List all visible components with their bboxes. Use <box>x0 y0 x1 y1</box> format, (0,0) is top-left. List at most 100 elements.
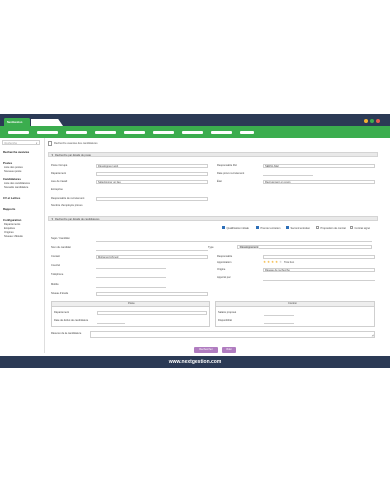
disponibilite-input[interactable] <box>264 322 294 324</box>
date-debut-input[interactable] <box>97 322 125 324</box>
date-recrutement-input[interactable] <box>263 175 313 176</box>
poste-section-title: Recherche par détails du poste <box>55 153 91 157</box>
sidebar-section-postes[interactable]: Postes <box>3 162 12 165</box>
sidebar-item-enquetes[interactable]: Enquêtes <box>4 227 15 230</box>
menu-item-2[interactable] <box>37 131 58 134</box>
browser-tab-blank[interactable] <box>31 119 63 126</box>
field-label-resume: Résumé de la candidature <box>51 332 82 335</box>
menu-item-1[interactable] <box>8 131 29 134</box>
checkbox-premier-entretien[interactable] <box>256 226 260 230</box>
checkbox-label-premier-entretien: Premier entretien <box>260 226 281 230</box>
etat-select[interactable]: Recrutement en cours <box>263 179 375 184</box>
contact-select[interactable]: Mohamed Ahmed <box>96 254 208 259</box>
window-dot-green <box>370 118 374 123</box>
app-logo-label: NextGestion <box>7 120 23 124</box>
sidebar-section-rapports[interactable]: Rapports <box>3 208 15 211</box>
menu-item-4[interactable] <box>95 131 116 134</box>
salaire-input[interactable] <box>264 314 294 316</box>
search-button[interactable]: Rechercher <box>194 347 218 353</box>
star-icon[interactable]: ★ <box>279 260 282 264</box>
menu-item-9[interactable] <box>240 131 254 134</box>
candidature-section-title: Recherche par détails de candidatures <box>55 217 100 221</box>
sidebar-section-recherche[interactable]: Recherche avancée <box>3 151 29 154</box>
departement-select[interactable] <box>96 171 208 176</box>
sidebar-item-nouveau-poste[interactable]: Nouveau poste <box>4 170 21 173</box>
sidebar-section-cv[interactable]: CV et Lettres <box>3 197 20 200</box>
app-logo-tab[interactable]: NextGestion <box>4 118 30 126</box>
niveau-etude-select[interactable] <box>96 291 208 296</box>
responsable-recrutement-select[interactable] <box>96 196 208 201</box>
sidebar-item-departements[interactable]: Départements <box>4 223 20 226</box>
apporte-par-input[interactable] <box>263 280 375 281</box>
responsable-rh-select[interactable]: SERGI Allal <box>263 163 375 168</box>
window-dot-yellow <box>364 118 368 123</box>
sidebar: Recherche ▾ Recherche avancée Postes Lis… <box>0 138 45 353</box>
checkbox-contrat-signe[interactable] <box>350 226 354 230</box>
checkbox-proposition-contrat[interactable] <box>316 226 320 230</box>
field-label-courriel: Courriel <box>51 264 61 267</box>
field-label-responsable: Responsable <box>217 255 233 258</box>
field-label-telephone: Téléphone <box>51 273 64 276</box>
field-label-apporte-par: Apporté par <box>217 276 231 279</box>
footer-url[interactable]: www.nextgestion.com <box>0 359 390 366</box>
star-icon[interactable]: ★ <box>267 260 270 264</box>
resume-textarea[interactable]: ◢ <box>90 331 375 338</box>
type-tag[interactable]: Développement <box>239 246 260 250</box>
poste-subbox: Poste Département Date de début de candi… <box>51 301 210 327</box>
clear-button[interactable]: Vider <box>222 347 236 353</box>
nom-candidat-input[interactable] <box>96 249 208 251</box>
caret-down-icon-2: ▼ <box>51 217 54 221</box>
menu-item-7[interactable] <box>182 131 203 134</box>
contrat-subbox-header: Contrat <box>216 302 374 307</box>
sidebar-item-niveaux[interactable]: Niveaux d'Etude <box>4 235 23 238</box>
checkbox-second-entretien[interactable] <box>286 226 290 230</box>
origine-select[interactable]: Réseau de recherche <box>263 267 375 272</box>
field-label-departement: Département <box>51 172 66 175</box>
candidature-section-header[interactable]: ▼ Recherche par détails de candidatures <box>48 216 378 221</box>
sujet-input[interactable] <box>96 240 372 242</box>
poste-select-value: Développeur web <box>98 164 119 168</box>
page-title: Recherche avancée des candidatures <box>54 141 98 145</box>
responsable-select[interactable] <box>263 254 375 259</box>
subbox-departement-select[interactable] <box>97 310 207 315</box>
caret-down-icon: ▼ <box>51 153 54 157</box>
sidebar-section-candidatures[interactable]: Candidatures <box>3 178 21 181</box>
menu-item-5[interactable] <box>124 131 145 134</box>
field-label-contact: Contact <box>51 255 60 258</box>
sidebar-search-input[interactable]: Recherche ▾ <box>2 140 40 145</box>
contrat-subbox: Contrat Salaire proposé Disponibilité <box>215 301 375 327</box>
courriel-input[interactable] <box>96 268 166 269</box>
field-label-entreprise: Entreprise <box>51 188 63 191</box>
poste-section-header[interactable]: ▼ Recherche par détails du poste <box>48 152 378 157</box>
appreciation-value: Très bon <box>284 261 295 265</box>
sidebar-item-liste-postes[interactable]: Liste des postes <box>4 166 23 169</box>
chevron-down-icon: ▾ <box>36 141 38 145</box>
field-label-nombre-employes: Nombre d'employés prévus <box>51 204 83 207</box>
star-icon[interactable]: ★ <box>271 260 274 264</box>
telephone-input[interactable] <box>96 277 166 278</box>
sidebar-search-placeholder: Recherche <box>4 142 18 145</box>
subbox-label-salaire: Salaire proposé <box>218 311 237 314</box>
checkbox-qualification[interactable] <box>222 226 226 230</box>
checkbox-label-contrat-signe: Contrat signé <box>354 226 370 230</box>
sidebar-item-liste-candidatures[interactable]: Liste des candidatures <box>4 182 30 185</box>
sidebar-item-origines[interactable]: Origines <box>4 231 14 234</box>
menu-item-6[interactable] <box>153 131 174 134</box>
poste-subbox-title: Poste <box>128 302 135 306</box>
field-label-responsable-recrutement: Responsable de recrutement <box>51 197 85 200</box>
sidebar-item-nouvelle-candidature[interactable]: Nouvelle candidature <box>4 186 28 189</box>
mobile-input[interactable] <box>96 287 166 288</box>
star-icon[interactable]: ★ <box>275 260 278 264</box>
lieu-select-value: Sélectionner un lieu <box>98 180 121 184</box>
type-tag-field[interactable]: Développement <box>237 245 372 250</box>
menu-item-3[interactable] <box>66 131 87 134</box>
sidebar-section-configuration[interactable]: Configuration <box>3 219 21 222</box>
lieu-select[interactable]: Sélectionner un lieu <box>96 179 208 184</box>
poste-subbox-header: Poste <box>52 302 209 307</box>
checkbox-label-proposition-contrat: Proposition de contrat <box>320 226 346 230</box>
poste-select[interactable]: Développeur web <box>96 163 208 168</box>
star-icon[interactable]: ★ <box>263 260 266 264</box>
menu-item-8[interactable] <box>211 131 232 134</box>
field-label-type: Type <box>208 246 214 249</box>
subbox-label-disponibilite: Disponibilité <box>218 319 232 322</box>
